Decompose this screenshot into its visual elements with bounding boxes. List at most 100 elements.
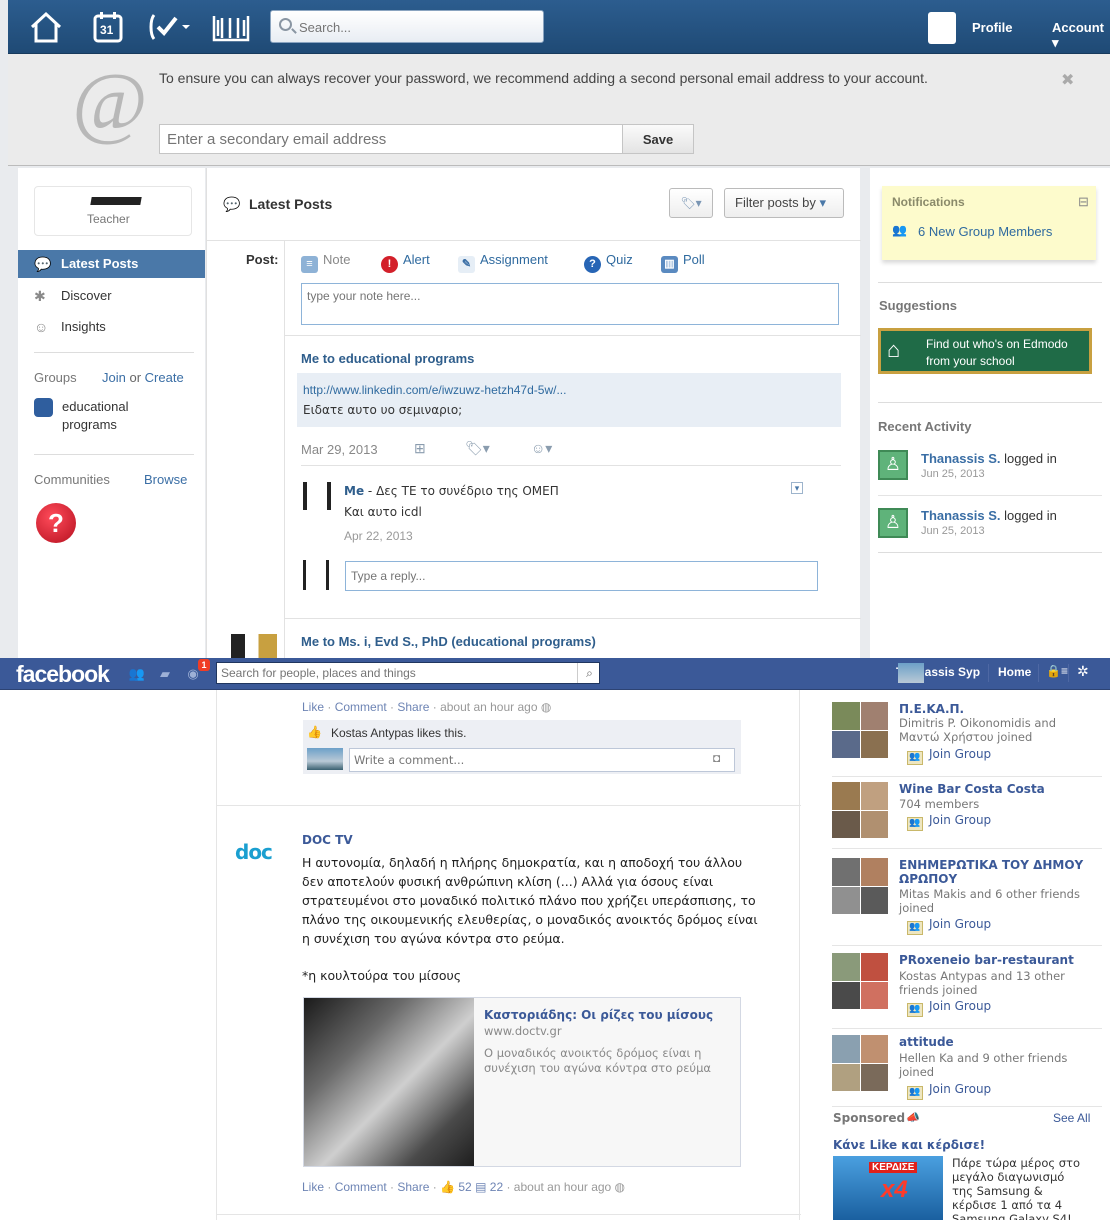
join-group-link[interactable]: Join (102, 370, 126, 385)
tag-icon[interactable]: 🏷▾ (465, 440, 490, 457)
thumbs-up-icon: 👍 (440, 1180, 456, 1194)
post-type-assignment[interactable]: ✎ Assignment (458, 252, 548, 273)
post-body: Η αυτονομία, δηλαδή η πλήρης δημοκρατία,… (302, 855, 758, 946)
post-author[interactable]: DOC TV (302, 833, 353, 847)
post-type-alert[interactable]: ! Alert (381, 252, 430, 273)
reply-author[interactable]: Me (344, 484, 364, 498)
join-group-button[interactable]: Join Group (907, 747, 991, 765)
group-thumbnail[interactable] (832, 702, 888, 758)
account-menu[interactable]: Account ▾ (1052, 20, 1110, 51)
comment-input[interactable] (349, 748, 735, 772)
activity-user-link[interactable]: Thanassis S. (921, 508, 1000, 523)
help-question-icon[interactable]: ? (36, 503, 76, 543)
calendar-icon[interactable]: 31 (90, 10, 126, 46)
search-icon[interactable]: ⌕ (577, 663, 601, 683)
privacy-shortcuts-icon[interactable]: 🔒≡ (1046, 664, 1068, 678)
profile-link[interactable]: Profile (972, 20, 1012, 35)
notification-count-badge: 1 (198, 659, 210, 671)
group-thumbnail[interactable] (832, 953, 888, 1009)
chevron-down-icon[interactable]: ▾ (791, 482, 803, 494)
join-group-button[interactable]: Join Group (907, 999, 991, 1017)
post-recipient-link[interactable]: Ms. i, Evd S., PhD (educational programs… (339, 634, 596, 649)
reaction-icon[interactable]: ☺▾ (531, 440, 552, 457)
edmodo-search-input[interactable] (299, 17, 529, 37)
group-color-icon (34, 398, 53, 417)
group-educational-programs[interactable]: educational programs (62, 398, 172, 434)
ad-image[interactable]: ΚΕΡΔΙΣΕ x4 (833, 1156, 943, 1220)
link-preview-title[interactable]: Καστοριάδης: Οι ρίζες του μίσους (484, 1008, 713, 1022)
messages-icon[interactable]: ▰ (156, 666, 174, 681)
avatar[interactable] (928, 12, 956, 44)
share-link[interactable]: Share (397, 700, 429, 714)
link-preview[interactable]: Καστοριάδης: Οι ρίζες του μίσους www.doc… (303, 997, 741, 1167)
find-school-banner[interactable]: ⌂ Find out who's on Edmodo from your sch… (878, 328, 1092, 374)
group-thumbnail[interactable] (832, 782, 888, 838)
avatar[interactable] (303, 482, 331, 510)
edmodo-main: 💬 Latest Posts 🏷▾ Filter posts by ▾ Post… (206, 168, 861, 658)
post-type-poll[interactable]: ▥ Poll (661, 252, 705, 273)
secondary-email-input[interactable] (159, 124, 623, 154)
notifications-title: Notifications (892, 195, 965, 209)
note-textarea[interactable] (301, 283, 839, 325)
join-group-button[interactable]: Join Group (907, 1082, 991, 1100)
nav-insights[interactable]: ☺ Insights (18, 313, 205, 341)
gear-icon[interactable]: ✲ (1077, 663, 1089, 680)
post-group-link[interactable]: educational programs (339, 351, 475, 366)
comment-link[interactable]: Comment (335, 1180, 387, 1194)
sponsored-label: Sponsored (833, 1111, 906, 1125)
library-icon[interactable] (210, 10, 252, 46)
avatar (303, 560, 329, 590)
doc-tv-logo[interactable]: doc (235, 840, 289, 864)
close-icon[interactable]: ✖ (1061, 70, 1074, 90)
facebook-search-input[interactable] (221, 665, 571, 681)
group-name[interactable]: ΕΝΗΜΕΡΩΤΙΚΑ ΤΟΥ ΔΗΜΟΥ ΩΡΩΠΟΥ (899, 858, 1089, 886)
facebook-search-box[interactable]: ⌕ (216, 662, 600, 684)
see-all-link[interactable]: See All (1053, 1111, 1090, 1125)
post-author[interactable]: Me (301, 351, 319, 366)
post-type-note[interactable]: ≡ Note (301, 252, 350, 273)
save-email-button[interactable]: Save (622, 124, 694, 154)
edmodo-sidebar: Teacher 💬 Latest Posts ✱ Discover ☺ Insight… (18, 168, 205, 658)
likes-count[interactable]: 52 (458, 1180, 471, 1194)
ad-title[interactable]: Κάνε Like και κέρδισε! (833, 1138, 985, 1152)
home-link[interactable]: Home (998, 665, 1031, 679)
home-icon[interactable] (28, 10, 64, 46)
camera-icon[interactable]: ◘ (713, 751, 720, 765)
smiley-icon: ☺ (34, 319, 49, 335)
group-name[interactable]: PRoxeneio bar-restaurant (899, 953, 1074, 967)
like-link[interactable]: Like (302, 1180, 324, 1194)
collapse-icon[interactable]: ⊟ (1078, 194, 1089, 210)
group-thumbnail[interactable] (832, 1035, 888, 1091)
assignments-check-icon[interactable] (148, 10, 194, 46)
comments-count[interactable]: 22 (490, 1180, 503, 1194)
post-type-quiz[interactable]: ? Quiz (584, 252, 633, 273)
reply-input[interactable] (345, 561, 818, 591)
share-link[interactable]: Share (397, 1180, 429, 1194)
comment-link[interactable]: Comment (335, 700, 387, 714)
join-group-button[interactable]: Join Group (907, 813, 991, 831)
group-thumbnail[interactable] (832, 858, 888, 914)
nav-discover[interactable]: ✱ Discover (18, 282, 205, 310)
tag-filter-button[interactable]: 🏷▾ (669, 188, 713, 218)
like-link[interactable]: Like (302, 700, 324, 714)
browse-communities-link[interactable]: Browse (144, 472, 187, 487)
group-subtext: 704 members (899, 797, 980, 811)
post-type-label: Assignment (480, 252, 548, 267)
user-card[interactable]: Teacher (34, 186, 192, 236)
edmodo-search-box[interactable] (270, 10, 544, 43)
facebook-logo[interactable]: facebook (16, 661, 110, 688)
post-link[interactable]: http://www.linkedin.com/e/iwzuwz-hetzh47… (303, 383, 566, 397)
filter-posts-button[interactable]: Filter posts by ▾ (724, 188, 844, 218)
facebook-user-link[interactable]: Thanassis Syp (862, 658, 980, 690)
group-name[interactable]: Wine Bar Costa Costa (899, 782, 1045, 796)
group-name[interactable]: Π.Ε.ΚΑ.Π. (899, 702, 964, 716)
group-name[interactable]: attitude (899, 1035, 954, 1049)
nav-latest-posts[interactable]: 💬 Latest Posts (18, 250, 205, 278)
friend-requests-icon[interactable]: 👥 (128, 666, 146, 681)
activity-user-link[interactable]: Thanassis S. (921, 451, 1000, 466)
reply-icon[interactable]: ⊞ (414, 440, 426, 457)
new-group-members-link[interactable]: 6 New Group Members (918, 224, 1052, 239)
post-author[interactable]: Me (301, 634, 319, 649)
join-group-button[interactable]: Join Group (907, 917, 991, 935)
create-group-link[interactable]: Create (145, 370, 184, 385)
